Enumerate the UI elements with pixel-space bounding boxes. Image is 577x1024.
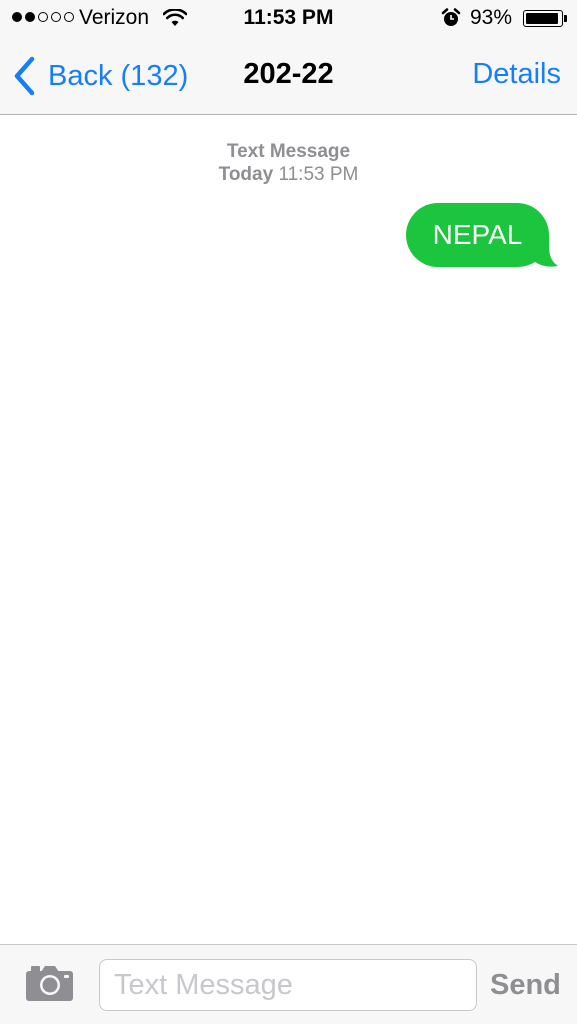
top-bar: Verizon 11:53 PM 93% Back (132) 202-22 D…	[0, 0, 577, 115]
message-bubble[interactable]: NEPAL	[406, 203, 558, 269]
message-input[interactable]	[99, 959, 477, 1011]
timestamp-time: 11:53 PM	[278, 164, 359, 185]
battery-percent: 93%	[470, 6, 513, 29]
battery-tip	[564, 15, 567, 22]
timestamp-date: Today	[218, 164, 274, 185]
message-service-label: Text Message	[226, 141, 351, 162]
details-button[interactable]: Details	[472, 58, 561, 91]
camera-icon[interactable]	[26, 965, 73, 1001]
message-text: NEPAL	[432, 219, 523, 250]
battery-icon	[523, 10, 563, 27]
status-bar: Verizon 11:53 PM 93%	[0, 0, 577, 38]
message-timestamp: Today 11:53 PM	[0, 164, 577, 186]
send-button[interactable]: Send	[490, 969, 561, 1002]
input-bar: Send	[0, 944, 577, 1024]
alarm-icon	[441, 8, 461, 26]
